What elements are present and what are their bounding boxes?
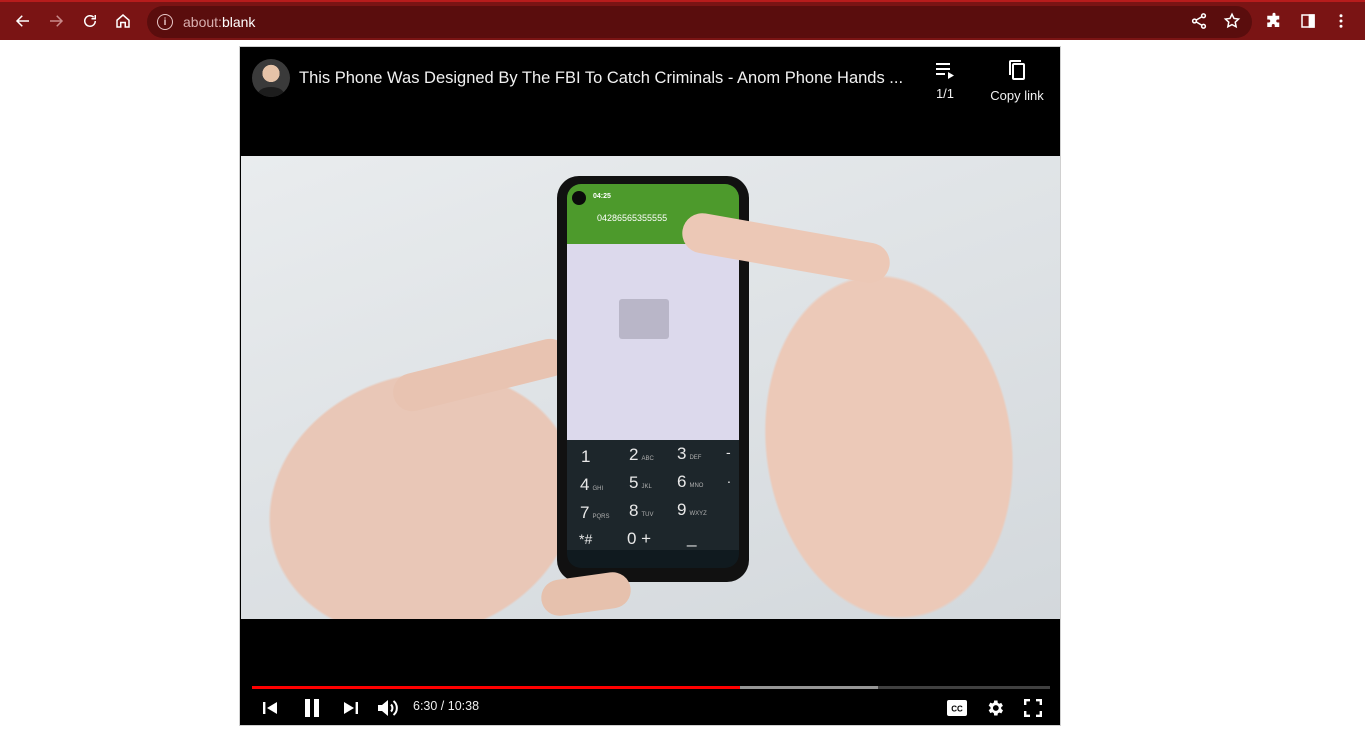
side-panel-icon: [1301, 14, 1315, 28]
copy-link-label: Copy link: [990, 88, 1044, 103]
forward-button[interactable]: [40, 5, 72, 37]
time-display: 6:30 / 10:38: [413, 699, 480, 713]
previous-icon: [263, 702, 277, 714]
menu-button[interactable]: [1325, 5, 1357, 37]
settings-button[interactable]: [981, 694, 1009, 722]
key-4: 4 GHI: [580, 475, 604, 494]
progress-played: [252, 686, 740, 689]
copy-icon: [1009, 60, 1025, 80]
fullscreen-button[interactable]: [1019, 694, 1047, 722]
playlist-count: 1/1: [935, 86, 955, 101]
reload-button[interactable]: [74, 5, 106, 37]
forward-icon: [50, 15, 64, 27]
key-1: 1: [581, 447, 591, 466]
key-7: 7 PQRS: [580, 503, 610, 522]
key-underscore: _: [687, 528, 697, 547]
share-button[interactable]: [1183, 5, 1215, 37]
copy-link-button[interactable]: Copy link: [982, 59, 1052, 105]
phone-number: 04286565355555: [597, 213, 668, 223]
home-icon: [116, 14, 130, 28]
back-button[interactable]: [7, 5, 39, 37]
channel-avatar[interactable]: [252, 59, 290, 97]
extensions-icon: [1267, 12, 1280, 27]
svg-text:CC: CC: [951, 705, 963, 714]
playlist-icon: [936, 63, 954, 79]
image-placeholder-icon: [619, 299, 669, 339]
captions-button[interactable]: CC: [943, 694, 971, 722]
volume-button[interactable]: [374, 694, 402, 722]
video-title[interactable]: This Phone Was Designed By The FBI To Ca…: [299, 69, 909, 88]
key-5: 5 JKL: [629, 473, 652, 492]
next-button[interactable]: [338, 694, 364, 722]
progress-bar[interactable]: [252, 686, 1050, 689]
reload-icon: [84, 15, 96, 27]
browser-toolbar: i about:blank: [0, 0, 1365, 40]
key-6: 6 MNO: [677, 472, 704, 491]
key-9: 9 WXYZ: [677, 500, 707, 519]
bookmark-button[interactable]: [1216, 5, 1248, 37]
pause-button[interactable]: [298, 694, 326, 722]
video-player[interactable]: This Phone Was Designed By The FBI To Ca…: [239, 46, 1061, 726]
fullscreen-icon: [1024, 699, 1042, 717]
key-8: 8 TUV: [629, 501, 654, 520]
video-frame[interactable]: 04:25 04286565355555 1 2ABC 3DEF - 4GHI …: [241, 156, 1060, 619]
next-icon: [344, 702, 358, 714]
side-panel-button[interactable]: [1292, 5, 1324, 37]
phone-clock: 04:25: [593, 193, 611, 200]
menu-icon: [1339, 14, 1343, 28]
key-star-hash: *#: [579, 531, 593, 547]
key-0-plus: 0 +: [627, 529, 652, 548]
url-text[interactable]: about:blank: [183, 14, 255, 30]
star-icon: [1223, 12, 1241, 29]
volume-icon: [378, 700, 398, 716]
back-icon: [15, 15, 29, 27]
address-bar[interactable]: i about:blank: [147, 6, 1252, 38]
key-2: 2 ABC: [629, 445, 654, 464]
key-3: 3 DEF: [677, 444, 702, 463]
info-icon[interactable]: i: [157, 14, 173, 30]
pause-icon: [305, 699, 319, 717]
home-button[interactable]: [107, 5, 139, 37]
share-icon: [1191, 13, 1207, 29]
phone-keypad: 1 2ABC 3DEF - 4GHI 5JKL 6MNO . 7PQRS 8TU…: [567, 440, 739, 550]
captions-icon: CC: [947, 700, 967, 716]
gear-icon: [988, 700, 1003, 716]
playlist-button[interactable]: 1/1: [924, 61, 966, 103]
previous-button[interactable]: [257, 694, 283, 722]
phone-camera: [572, 191, 586, 205]
extensions-button[interactable]: [1258, 5, 1290, 37]
